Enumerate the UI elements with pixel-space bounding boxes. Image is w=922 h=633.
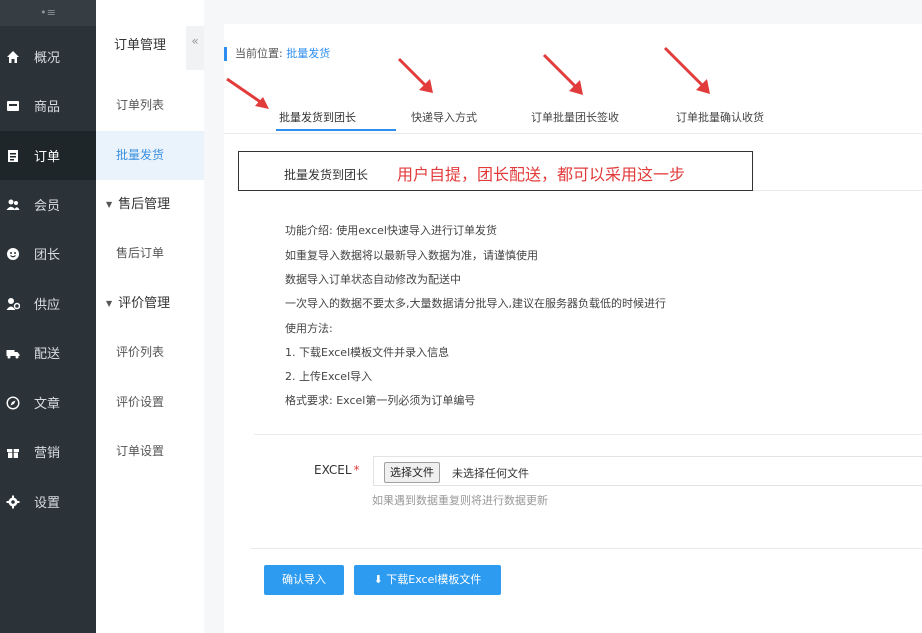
sidebar-item-label: 团长 [34, 248, 61, 263]
sidebar-item-label: 会员 [34, 199, 61, 214]
subnav-group-label: 评价管理 [118, 296, 171, 311]
required-mark: * [353, 463, 360, 477]
compass-icon [6, 395, 20, 410]
secondary-nav: 订单管理 订单列表 批量发货 ▼ 售后管理 售后订单 ▼ 评价管理 评价列表 评价设… [96, 0, 205, 633]
subnav-item-batch-ship[interactable]: 批量发货 [96, 131, 204, 180]
sidebar-item-supply[interactable]: 供应 [0, 279, 96, 328]
sidebar-item-label: 概况 [34, 51, 61, 66]
sidebar-item-label: 营销 [34, 446, 61, 461]
download-template-button[interactable]: ⬇ 下载Excel模板文件 [354, 565, 501, 595]
excel-field-label: EXCEL * [314, 463, 360, 477]
caret-down-icon: ▼ [106, 299, 113, 308]
sidebar-item-label: 订单 [34, 150, 61, 165]
form-divider [250, 548, 922, 549]
sidebar-item-leaders[interactable]: 团长 [0, 229, 96, 278]
collapse-subnav-button[interactable]: « [186, 26, 204, 70]
excel-hint: 如果遇到数据重复则将进行数据更新 [372, 494, 548, 507]
excel-label-text: EXCEL [314, 463, 352, 477]
users-icon [6, 198, 20, 212]
sidebar-item-label: 设置 [34, 496, 61, 511]
tab-batch-ship-to-leader[interactable]: 批量发货到团长 [279, 109, 356, 125]
choose-file-button[interactable]: 选择文件 [384, 462, 440, 483]
sidebar-item-orders[interactable]: 订单 [0, 131, 96, 180]
breadcrumb-current[interactable]: 批量发货 [286, 47, 330, 60]
home-icon [6, 50, 20, 64]
breadcrumb: 当前位置: 批量发货 [224, 47, 330, 61]
annotation-arrow-icon [226, 77, 269, 109]
supply-icon [6, 297, 20, 311]
subnav-group-after-sales[interactable]: ▼ 售后管理 [96, 180, 204, 229]
desc-line: 功能介绍: 使用excel快速导入进行订单发货 [285, 224, 497, 237]
subnav-group-reviews[interactable]: ▼ 评价管理 [96, 279, 204, 328]
caret-down-icon: ▼ [106, 200, 113, 209]
tab-batch-confirm-receipt[interactable]: 订单批量确认收货 [676, 109, 764, 125]
sidebar-item-label: 配送 [34, 347, 61, 362]
desc-line: 一次导入的数据不要太多,大量数据请分批导入,建议在服务器负载低的时候进行 [285, 297, 666, 310]
desc-line: 格式要求: Excel第一列必须为订单编号 [285, 394, 476, 407]
download-button-label: 下载Excel模板文件 [386, 573, 482, 586]
tab-batch-leader-sign[interactable]: 订单批量团长签收 [531, 109, 619, 125]
annotation-arrow-icon [397, 57, 433, 93]
sidebar-item-delivery[interactable]: 配送 [0, 328, 96, 377]
sidebar-item-members[interactable]: 会员 [0, 180, 96, 229]
product-icon [6, 99, 20, 113]
desc-line: 如重复导入数据将以最新导入数据为准，请谨慎使用 [285, 249, 538, 262]
sidebar-item-label: 供应 [34, 298, 61, 313]
annotation-arrow-icon [663, 46, 710, 94]
confirm-import-button[interactable]: 确认导入 [264, 565, 344, 595]
download-icon: ⬇ [373, 573, 387, 586]
order-icon [6, 149, 20, 163]
subnav-title: 订单管理 [114, 38, 167, 53]
desc-line: 数据导入订单状态自动修改为配送中 [285, 273, 461, 286]
subnav-item-review-settings[interactable]: 评价设置 [96, 378, 204, 427]
tab-express-import[interactable]: 快递导入方式 [411, 109, 477, 125]
subnav-group-label: 售后管理 [118, 197, 171, 212]
sidebar-item-settings[interactable]: 设置 [0, 477, 96, 526]
annotation-arrow-icon [542, 53, 583, 95]
sidebar-item-marketing[interactable]: 营销 [0, 427, 96, 476]
sidebar-item-label: 商品 [34, 100, 61, 115]
desc-line: 使用方法: [285, 322, 333, 335]
subnav-item-order-settings[interactable]: 订单设置 [96, 427, 204, 476]
sidebar-item-label: 文章 [34, 397, 61, 412]
desc-line: 1. 下载Excel模板文件并录入信息 [285, 346, 450, 359]
gift-icon [6, 445, 20, 459]
sidebar-item-articles[interactable]: 文章 [0, 378, 96, 427]
subnav-item-order-list[interactable]: 订单列表 [96, 81, 204, 130]
subnav-item-review-list[interactable]: 评价列表 [96, 328, 204, 377]
main-sidebar: •≡ 概况 商品 订单 会员 团长 供应 配送 文章 营销 设置 [0, 0, 96, 633]
file-status-text: 未选择任何文件 [452, 467, 529, 480]
sidebar-toggle[interactable]: •≡ [0, 0, 96, 26]
leader-icon [6, 247, 20, 261]
desc-line: 2. 上传Excel导入 [285, 370, 373, 383]
section-title: 批量发货到团长 [284, 168, 369, 182]
active-tab-indicator [276, 129, 396, 131]
truck-icon [6, 346, 20, 360]
subnav-item-after-sales-orders[interactable]: 售后订单 [96, 229, 204, 278]
gear-icon [6, 495, 20, 509]
breadcrumb-prefix: 当前位置: [235, 47, 283, 60]
sidebar-item-overview[interactable]: 概况 [0, 32, 96, 81]
sidebar-item-products[interactable]: 商品 [0, 81, 96, 130]
description-block: 功能介绍: 使用excel快速导入进行订单发货 如重复导入数据将以最新导入数据为… [254, 192, 922, 435]
annotation-note: 用户自提，团长配送，都可以采用这一步 [397, 165, 686, 184]
